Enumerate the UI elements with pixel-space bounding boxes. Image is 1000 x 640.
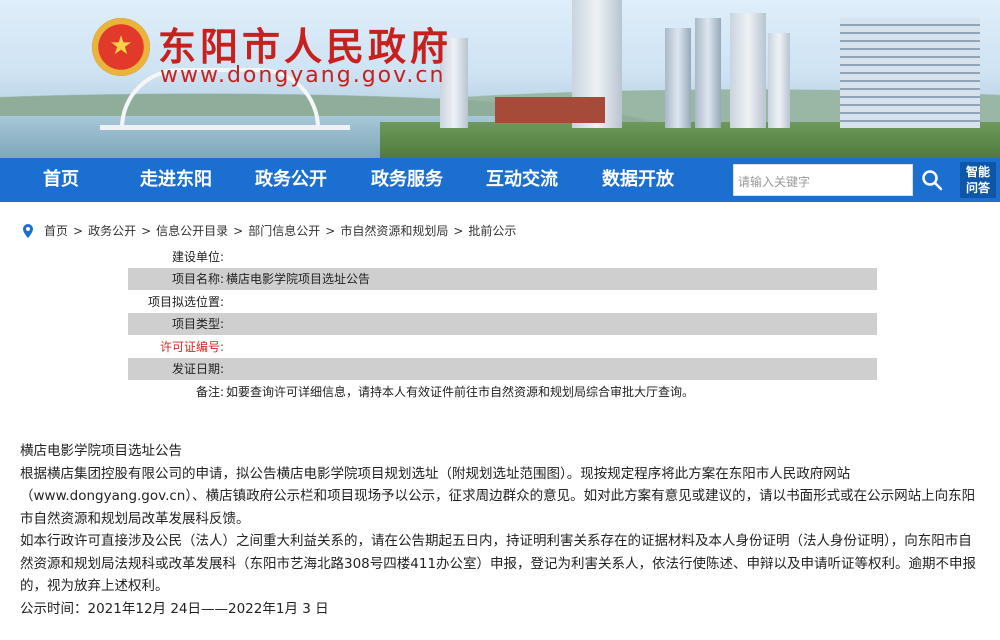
- nav-item-home[interactable]: 首页: [43, 158, 79, 202]
- breadcrumb-separator: >: [141, 223, 152, 238]
- info-label: 建设单位:: [171, 249, 224, 264]
- info-label: 项目类型:: [171, 317, 224, 332]
- breadcrumb-info-catalog[interactable]: 信息公开目录: [156, 222, 228, 239]
- info-row-license-number: 许可证编号:: [128, 335, 877, 358]
- info-label: 备注:: [195, 384, 224, 399]
- nav-item-about[interactable]: 走进东阳: [140, 158, 212, 202]
- info-row-project-type: 项目类型:: [128, 312, 877, 335]
- banner-bridge-deck: [100, 125, 350, 130]
- national-emblem-logo[interactable]: ★: [92, 18, 150, 76]
- info-row-issue-date: 发证日期:: [128, 357, 877, 380]
- article-title: 横店电影学院项目选址公告: [20, 443, 182, 459]
- breadcrumb-separator: >: [453, 223, 464, 238]
- site-url[interactable]: www.dongyang.gov.cn: [160, 63, 445, 88]
- breadcrumb-gov-info[interactable]: 政务公开: [88, 222, 136, 239]
- article-body: 横店电影学院项目选址公告 根据横店集团控股有限公司的申请，拟公告横店电影学院项目…: [20, 440, 982, 620]
- banner-building: [495, 97, 605, 123]
- search-input[interactable]: 请输入关键字: [733, 164, 913, 196]
- breadcrumb-bureau[interactable]: 市自然资源和规划局: [340, 222, 448, 239]
- banner-building: [695, 18, 721, 128]
- info-row-location: 项目拟选位置:: [128, 290, 877, 313]
- info-value: 横店电影学院项目选址公告: [226, 272, 371, 287]
- header-banner: ★ 东阳市人民政府 www.dongyang.gov.cn: [0, 0, 1000, 158]
- breadcrumb-dept-info[interactable]: 部门信息公开: [248, 222, 320, 239]
- nav-item-interaction[interactable]: 互动交流: [486, 158, 558, 202]
- breadcrumb: 首页 > 政务公开 > 信息公开目录 > 部门信息公开 > 市自然资源和规划局 > 批前公…: [20, 222, 516, 239]
- search-icon: [913, 164, 951, 196]
- info-label: 发证日期:: [171, 362, 224, 377]
- breadcrumb-separator: >: [73, 223, 84, 238]
- info-label: 许可证编号:: [159, 339, 224, 354]
- info-label: 项目名称:: [171, 272, 224, 287]
- nav-item-services[interactable]: 政务服务: [371, 158, 443, 202]
- article-paragraph: 如本行政许可直接涉及公民（法人）之间重大利益关系的，请在公告期起五日内，持证明利…: [20, 533, 977, 594]
- nav-item-gov-info[interactable]: 政务公开: [255, 158, 327, 202]
- breadcrumb-home[interactable]: 首页: [44, 222, 68, 239]
- banner-building: [730, 13, 766, 128]
- smart-qa-label: 问答: [965, 181, 990, 195]
- publication-period: 公示时间：2021年12月 24日——2022年1月 3 日: [20, 600, 329, 617]
- banner-government-building: [840, 18, 980, 128]
- smart-qa-label: 智能: [965, 165, 990, 179]
- banner-building: [768, 33, 790, 128]
- search-button[interactable]: [913, 164, 951, 196]
- breadcrumb-separator: >: [325, 223, 336, 238]
- smart-qa-button[interactable]: 智能 问答: [960, 162, 996, 198]
- info-label: 项目拟选位置:: [147, 294, 224, 309]
- info-row-builder: 建设单位:: [128, 245, 877, 268]
- nav-item-open-data[interactable]: 数据开放: [602, 158, 674, 202]
- breadcrumb-separator: >: [233, 223, 244, 238]
- breadcrumb-current[interactable]: 批前公示: [468, 222, 516, 239]
- project-info-table: 建设单位: 项目名称: 横店电影学院项目选址公告 项目拟选位置: 项目类型: 许…: [128, 245, 877, 403]
- article-paragraph: 根据横店集团控股有限公司的申请，拟公告横店电影学院项目规划选址（附规划选址范围图…: [20, 465, 976, 527]
- info-row-project-name: 项目名称: 横店电影学院项目选址公告: [128, 267, 877, 290]
- info-row-remarks: 备注: 如要查询许可详细信息，请持本人有效证件前往市自然资源和规划局综合审批大厅…: [128, 380, 877, 403]
- banner-building: [665, 28, 691, 128]
- location-pin-icon: [23, 223, 33, 238]
- info-value: 如要查询许可详细信息，请持本人有效证件前往市自然资源和规划局综合审批大厅查询。: [226, 384, 695, 399]
